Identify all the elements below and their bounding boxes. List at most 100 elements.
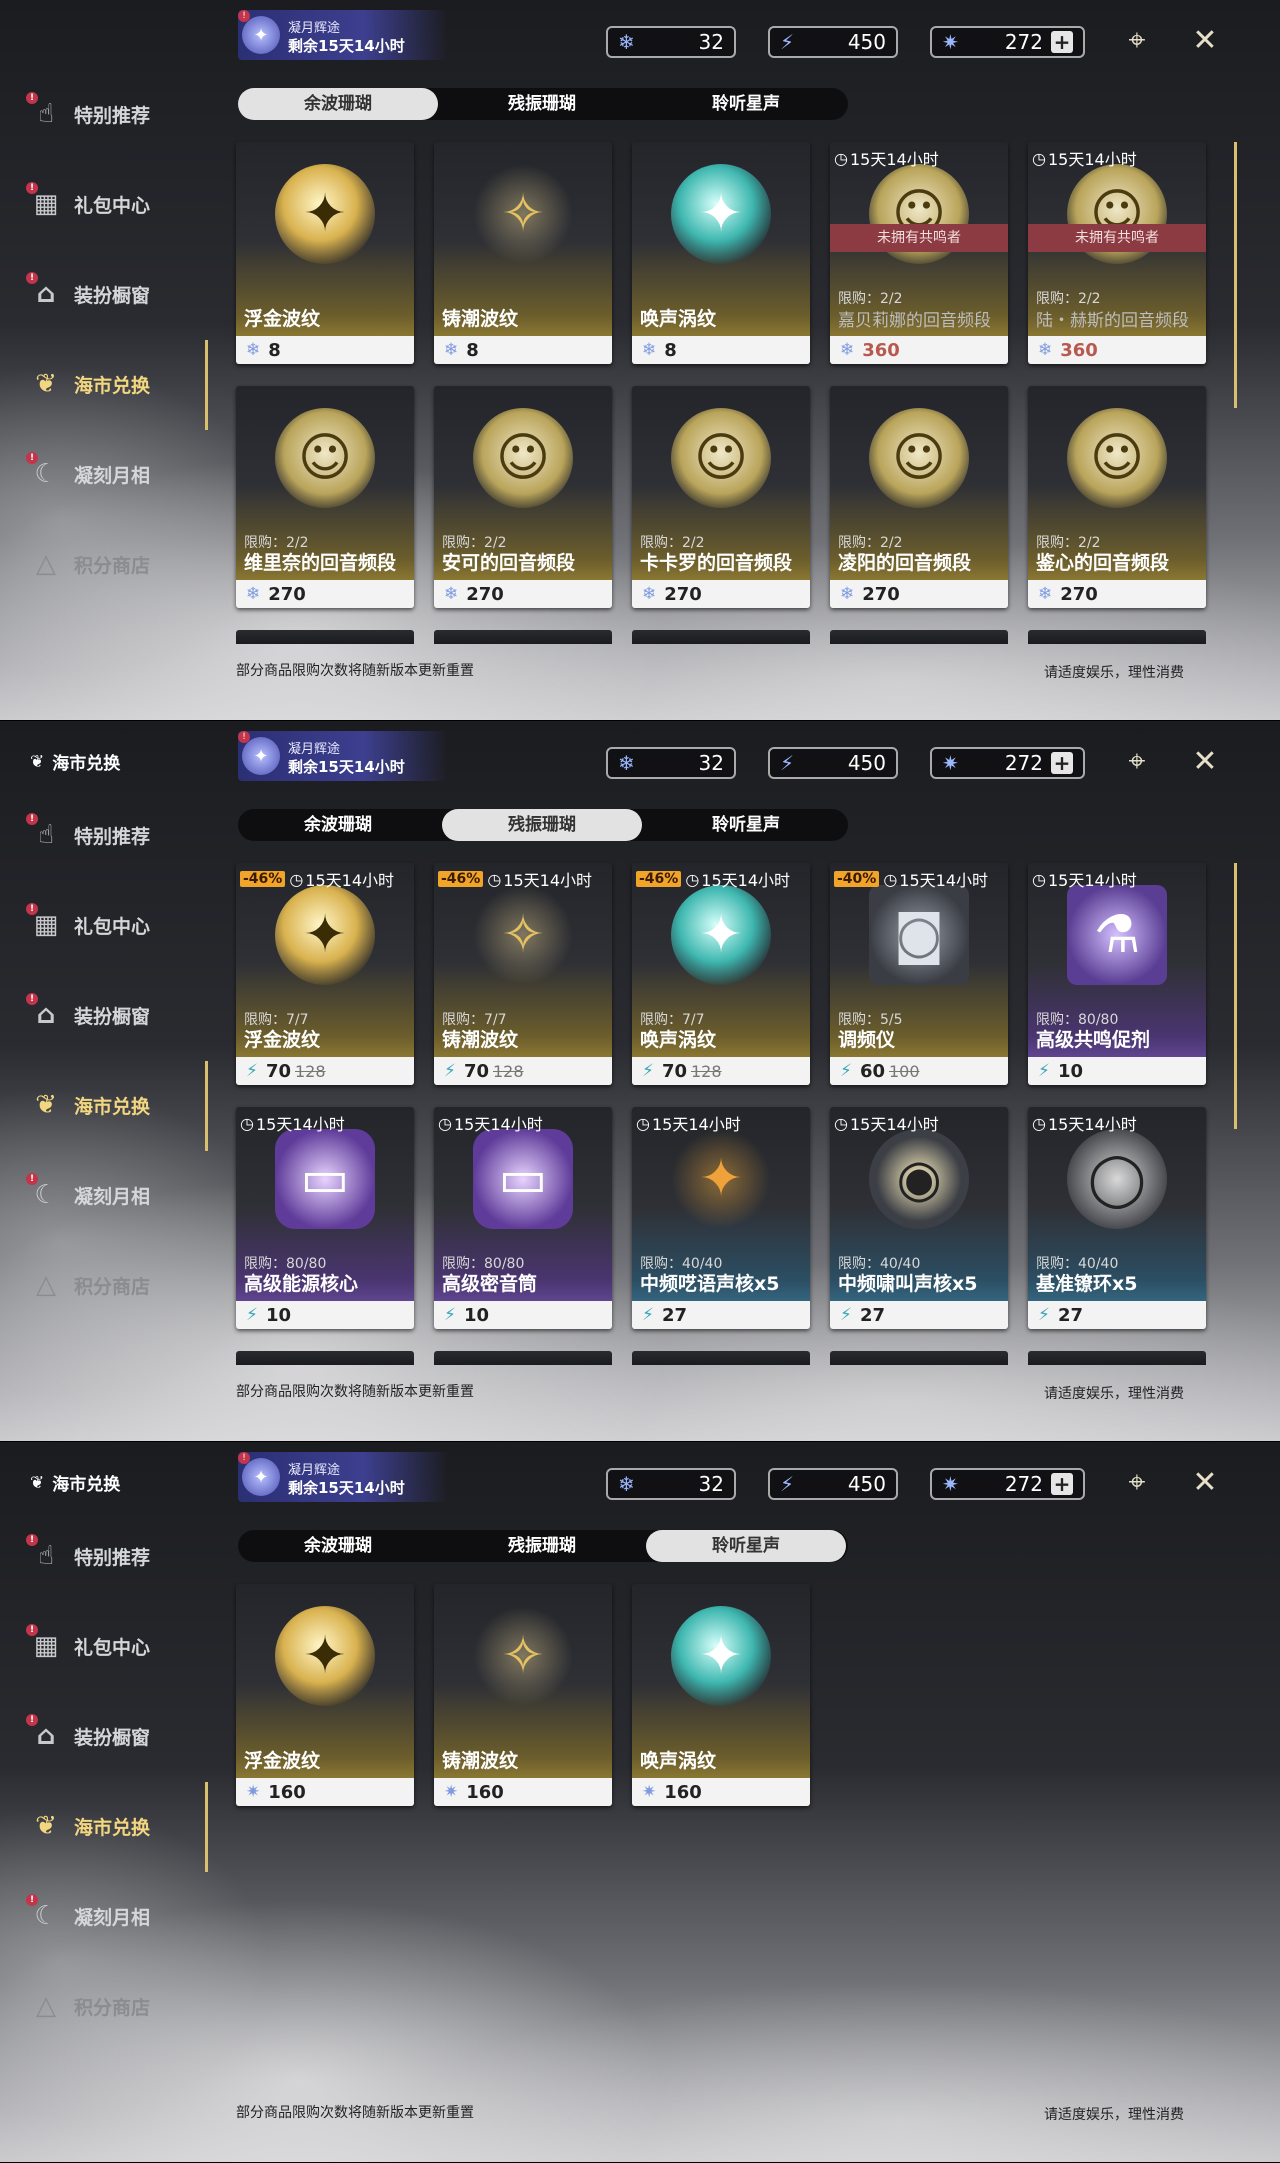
product-card[interactable]: ✦ -46% ◷ 15天14小时 限购：7/7 浮金波纹 ⚡ 70 128	[236, 863, 414, 1085]
sidebar-item-3[interactable]: ⌂! 装扮橱窗	[26, 272, 150, 312]
product-image: ✦	[671, 1606, 771, 1706]
close-icon[interactable]: ✕	[1186, 743, 1224, 781]
sidebar-item-4[interactable]: ❦ 海市兑换	[28, 1808, 150, 1844]
price-bar: ✷ 160	[236, 1778, 414, 1806]
product-card[interactable]: ✦ 唤声涡纹 ❄ 8	[632, 142, 810, 364]
tab-3[interactable]: 聆听星声	[646, 809, 846, 841]
sidebar-item-label: 装扮橱窗	[74, 1726, 151, 1749]
next-row-card[interactable]	[632, 1351, 810, 1365]
product-name: 中频啸叫声核x5	[838, 1273, 978, 1295]
price-value: 160	[466, 1781, 504, 1803]
sidebar-item-label: 礼包中心	[74, 915, 151, 938]
compass-icon[interactable]: ⌖	[1118, 743, 1156, 781]
product-card[interactable]: ⚗ ◷ 15天14小时 限购：80/80 高级共鸣促剂 ⚡ 10	[1028, 863, 1206, 1085]
product-card[interactable]: ☺ 限购：2/2 凌阳的回音频段 ❄ 270	[830, 386, 1008, 608]
product-card[interactable]: ▭ ◷ 15天14小时 限购：80/80 高级能源核心 ⚡ 10	[236, 1107, 414, 1329]
currency-value: 32	[698, 751, 724, 775]
currency-value: 32	[698, 1472, 724, 1496]
compass-icon[interactable]: ⌖	[1118, 1464, 1156, 1502]
product-card[interactable]: ☺ 限购：2/2 鉴心的回音频段 ❄ 270	[1028, 386, 1206, 608]
event-banner[interactable]: ✦! 凝月辉途 剩余15天14小时	[238, 10, 448, 60]
product-card[interactable]: ▭ ◷ 15天14小时 限购：80/80 高级密音筒 ⚡ 10	[434, 1107, 612, 1329]
notification-dot: !	[26, 452, 38, 464]
next-row-card[interactable]	[830, 630, 1008, 644]
sidebar-item-2[interactable]: ▦! 礼包中心	[26, 903, 151, 943]
sidebar-item-2[interactable]: ▦! 礼包中心	[26, 1624, 150, 1664]
sidebar-item-6[interactable]: △ 积分商店	[28, 1267, 150, 1303]
close-icon[interactable]: ✕	[1186, 1464, 1224, 1502]
add-currency-button[interactable]: +	[1051, 31, 1073, 53]
add-currency-button[interactable]: +	[1051, 1473, 1073, 1495]
tab-1[interactable]: 余波珊瑚	[238, 809, 438, 841]
tab-1[interactable]: 余波珊瑚	[238, 1530, 438, 1562]
next-row-card[interactable]	[434, 630, 612, 644]
next-row-card[interactable]	[434, 1351, 612, 1365]
tab-3[interactable]: 聆听星声	[646, 88, 846, 120]
product-card[interactable]: ✧ 铸潮波纹 ❄ 8	[434, 142, 612, 364]
product-card[interactable]: ✦ 浮金波纹 ✷ 160	[236, 1584, 414, 1806]
currency-value: 32	[698, 30, 724, 54]
product-image: ☺	[869, 408, 969, 508]
next-row-card[interactable]	[236, 630, 414, 644]
product-card[interactable]: ☺ 限购：2/2 安可的回音频段 ❄ 270	[434, 386, 612, 608]
product-card[interactable]: ☺ 限购：2/2 维里奈的回音频段 ❄ 270	[236, 386, 414, 608]
sidebar-item-5[interactable]: ☾! 凝刻月相	[26, 1173, 150, 1213]
price-bar: ❄ 270	[830, 580, 1008, 608]
sidebar-item-label: 特别推荐	[74, 1546, 151, 1569]
notification-dot: !	[26, 1173, 38, 1185]
price-value: 8	[268, 339, 281, 361]
active-indicator	[205, 340, 208, 430]
product-card[interactable]: ◙ -40% ◷ 15天14小时 限购：5/5 调频仪 ⚡ 60 100	[830, 863, 1008, 1085]
sidebar-item-1[interactable]: ☝! 特别推荐	[26, 92, 150, 132]
price-value: 27	[661, 1304, 687, 1326]
add-currency-button[interactable]: +	[1051, 752, 1073, 774]
event-banner[interactable]: ✦! 凝月辉途 剩余15天14小时	[238, 1452, 448, 1502]
tab-2[interactable]: 残振珊瑚	[442, 1530, 642, 1562]
price-bar: ❄ 8	[236, 336, 414, 364]
tab-3[interactable]: 聆听星声	[646, 1530, 846, 1562]
event-banner[interactable]: ✦! 凝月辉途 剩余15天14小时	[238, 731, 448, 781]
sidebar-item-3[interactable]: ⌂! 装扮橱窗	[26, 1714, 151, 1754]
tab-2[interactable]: 残振珊瑚	[442, 88, 642, 120]
product-card[interactable]: ✦ -46% ◷ 15天14小时 限购：7/7 唤声涡纹 ⚡ 70 128	[632, 863, 810, 1085]
sidebar-item-1[interactable]: ☝! 特别推荐	[26, 813, 150, 853]
product-card[interactable]: ☺ 限购：2/2 卡卡罗的回音频段 ❄ 270	[632, 386, 810, 608]
sidebar-item-6[interactable]: △ 积分商店	[28, 546, 150, 582]
sidebar-item-3[interactable]: ⌂! 装扮橱窗	[26, 993, 150, 1033]
gift-box-icon: ▦!	[26, 903, 64, 943]
sidebar-item-1[interactable]: ☝! 特别推荐	[26, 1534, 151, 1574]
sidebar-item-5[interactable]: ☾! 凝刻月相	[26, 452, 150, 492]
coral-icon: ❦	[30, 751, 45, 772]
product-card[interactable]: ◉ ◷ 15天14小时 限购：40/40 中频啸叫声核x5 ⚡ 27	[830, 1107, 1008, 1329]
compass-icon[interactable]: ⌖	[1118, 22, 1156, 60]
product-image: ◯	[1067, 1129, 1167, 1229]
notification-dot: !	[238, 10, 250, 22]
product-card[interactable]: ✧ -46% ◷ 15天14小时 限购：7/7 铸潮波纹 ⚡ 70 128	[434, 863, 612, 1085]
product-image: ✧	[473, 885, 573, 985]
tab-1[interactable]: 余波珊瑚	[238, 88, 438, 120]
next-row-card[interactable]	[632, 630, 810, 644]
sidebar-item-4[interactable]: ❦ 海市兑换	[28, 1087, 150, 1123]
product-card[interactable]: ◯ ◷ 15天14小时 限购：40/40 基准镣环x5 ⚡ 27	[1028, 1107, 1206, 1329]
next-row-card[interactable]	[830, 1351, 1008, 1365]
product-card[interactable]: ✦ 唤声涡纹 ✷ 160	[632, 1584, 810, 1806]
currency-box: ✷ 272 +	[930, 747, 1085, 779]
product-card[interactable]: ☺ ◷ 15天14小时 未拥有共鸣者 限购：2/2 陆・赫斯的回音频段 ❄ 360	[1028, 142, 1206, 364]
tab-2[interactable]: 残振珊瑚	[442, 809, 642, 841]
product-card[interactable]: ✧ 铸潮波纹 ✷ 160	[434, 1584, 612, 1806]
sidebar-item-2[interactable]: ▦! 礼包中心	[26, 182, 150, 222]
scrollbar[interactable]	[1234, 142, 1237, 408]
currency-box: ❄ 32	[606, 747, 736, 779]
product-card[interactable]: ☺ ◷ 15天14小时 未拥有共鸣者 限购：2/2 嘉贝莉娜的回音频段 ❄ 360	[830, 142, 1008, 364]
product-card[interactable]: ✦ 浮金波纹 ❄ 8	[236, 142, 414, 364]
next-row-card[interactable]	[1028, 630, 1206, 644]
sidebar-item-6[interactable]: △ 积分商店	[28, 1988, 150, 2024]
next-row-card[interactable]	[236, 1351, 414, 1365]
sidebar-item-5[interactable]: ☾! 凝刻月相	[26, 1894, 150, 1934]
product-card[interactable]: ✦ ◷ 15天14小时 限购：40/40 中频呓语声核x5 ⚡ 27	[632, 1107, 810, 1329]
close-icon[interactable]: ✕	[1186, 22, 1224, 60]
afterglow-coral-icon: ❄	[1038, 340, 1053, 360]
sidebar-item-4[interactable]: ❦ 海市兑换	[28, 366, 150, 402]
next-row-card[interactable]	[1028, 1351, 1206, 1365]
scrollbar[interactable]	[1234, 863, 1237, 1129]
